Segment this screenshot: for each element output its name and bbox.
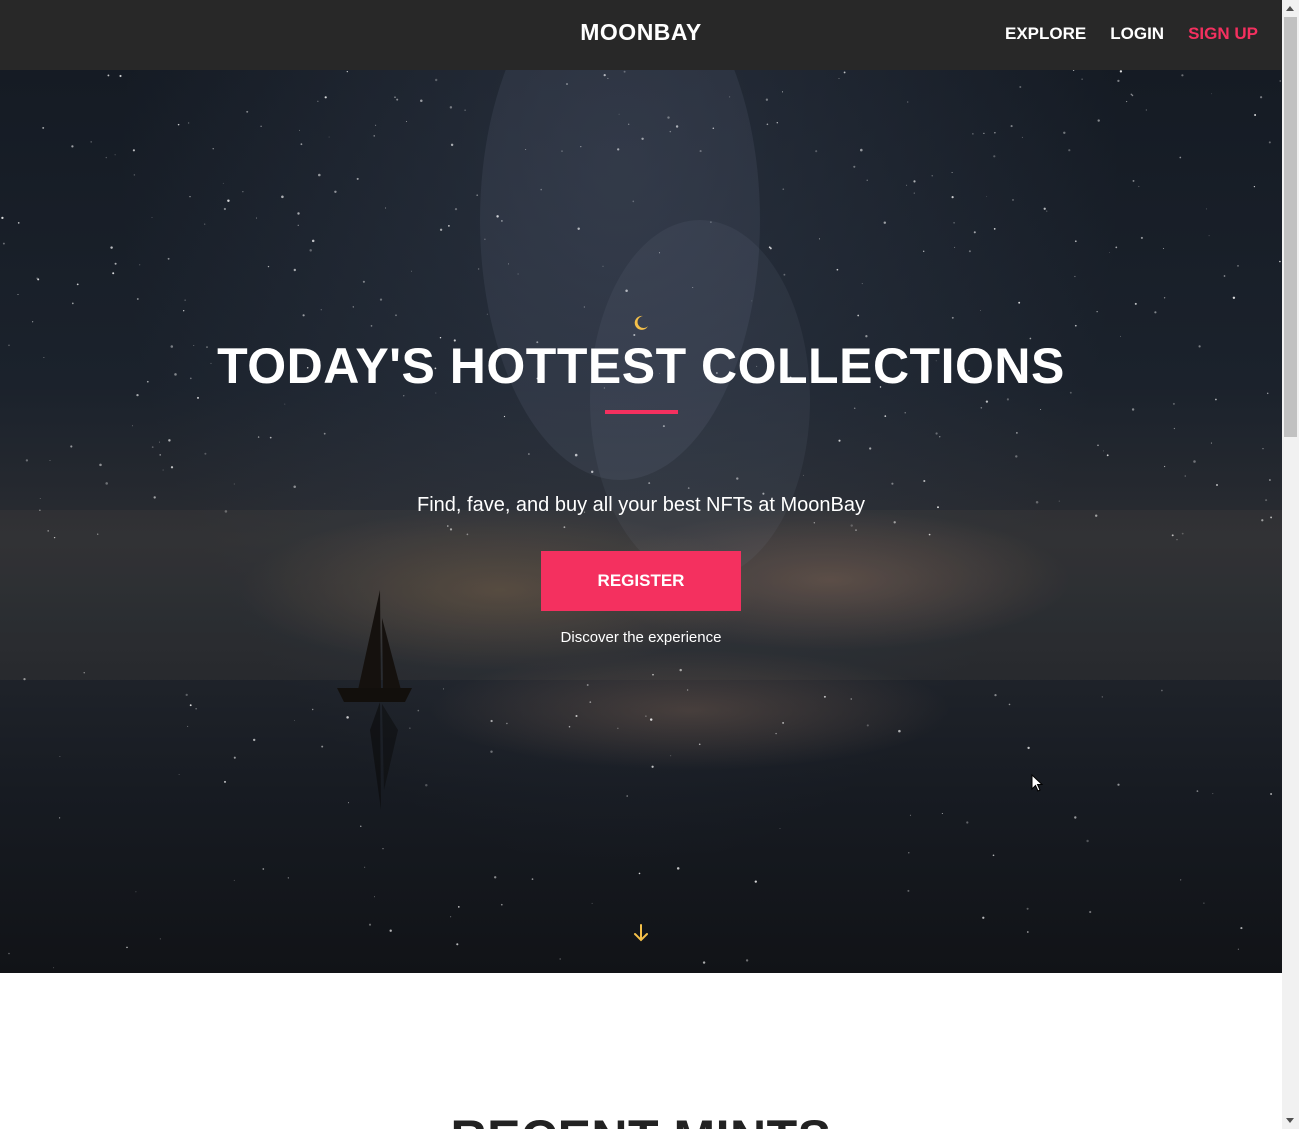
nav-links: EXPLORE LOGIN SIGN UP [1005,24,1258,44]
scroll-up-arrow-icon[interactable] [1286,6,1294,11]
top-navbar: MOONBAY EXPLORE LOGIN SIGN UP [0,0,1282,70]
hero-subtitle: Find, fave, and buy all your best NFTs a… [417,494,865,516]
vertical-scrollbar[interactable] [1282,0,1299,1129]
recent-mints-title: RECENT MINTS [0,1109,1282,1129]
hero-section: TODAY'S HOTTEST COLLECTIONS Find, fave, … [0,70,1282,973]
arrow-down-icon[interactable] [632,922,650,944]
moon-icon [634,315,648,330]
recent-mints-section: RECENT MINTS [0,973,1282,1129]
register-caption: Discover the experience [560,629,722,646]
nav-link-signup[interactable]: SIGN UP [1188,24,1258,44]
hero-content: TODAY'S HOTTEST COLLECTIONS Find, fave, … [0,314,1282,646]
page: MOONBAY EXPLORE LOGIN SIGN UP TODAY'S HO… [0,0,1282,1129]
scroll-down-arrow-icon[interactable] [1286,1118,1294,1123]
register-button[interactable]: REGISTER [541,551,741,611]
title-underline [604,410,678,414]
nav-link-login[interactable]: LOGIN [1110,24,1164,44]
nav-link-explore[interactable]: EXPLORE [1005,24,1086,44]
hero-title: TODAY'S HOTTEST COLLECTIONS [217,338,1065,394]
scrollbar-thumb[interactable] [1284,17,1297,437]
mouse-cursor-icon [1031,774,1044,792]
